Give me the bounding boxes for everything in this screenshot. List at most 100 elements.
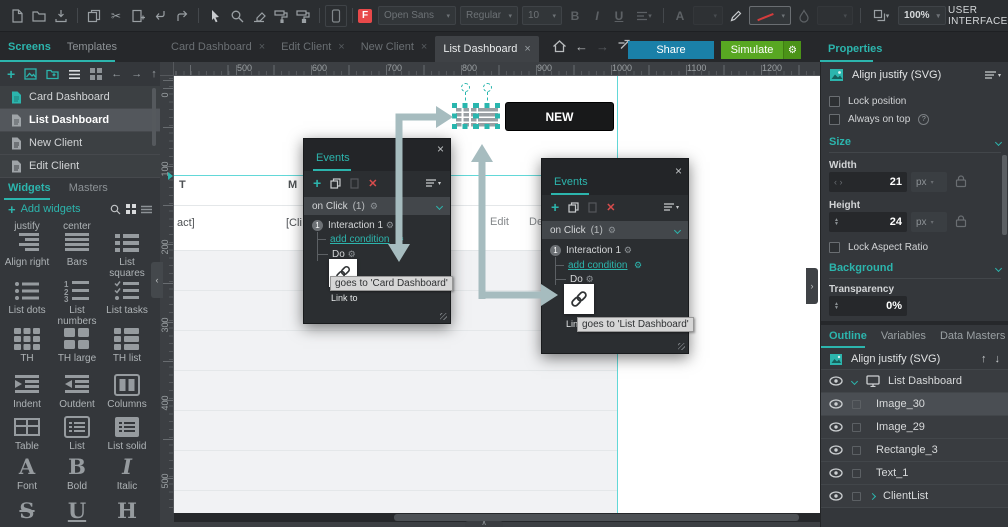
widget-bars[interactable]: Bars [52,232,102,279]
rotation-handle-icon[interactable] [461,83,470,92]
widget-th[interactable]: TH [2,328,52,364]
row-checkbox[interactable] [852,468,861,478]
add-image-screen-icon[interactable] [24,68,37,80]
widget-table[interactable]: Table [2,416,52,452]
lock-aspect-ratio-option[interactable]: Lock Aspect Ratio [829,242,928,253]
chevron-down-icon[interactable] [994,264,1003,272]
gear-icon[interactable]: ⚙ [608,225,616,236]
chevron-right-icon[interactable] [868,492,877,500]
lock-position-option[interactable]: Lock position [829,96,906,107]
events-dialog-card[interactable]: × Events + ✕ ▾ on Click (1) ⚙ 1 Interact… [303,138,453,324]
collapse-left-panel-icon[interactable]: ‹ [151,262,163,298]
widget-list-dots[interactable]: List dots [2,280,52,327]
panel-scrollbar[interactable] [1002,155,1007,235]
rotation-handle-icon[interactable] [483,83,492,92]
back-icon[interactable]: ← [575,40,588,53]
selection-handles[interactable] [474,103,479,108]
gear-icon[interactable]: ⚙ [624,245,632,255]
text-color-select[interactable]: ▾ [693,6,723,25]
outline-row-image-30[interactable]: Image_30 [821,393,1008,416]
visibility-eye-icon[interactable] [829,491,843,501]
events-tab[interactable]: Events [554,176,588,188]
delete-event-icon[interactable]: ✕ [368,177,377,190]
open-folder-button[interactable] [28,5,50,27]
nav-up-icon[interactable]: ↑ [151,68,157,80]
close-tab-icon[interactable]: × [259,41,265,53]
selection-handles[interactable] [452,103,457,108]
add-screen-icon[interactable]: + [7,67,15,81]
border-pencil-icon[interactable] [725,5,747,27]
duplicate-event-icon[interactable] [568,201,579,213]
save-download-button[interactable] [50,5,72,27]
canvas-tab-list-dashboard[interactable]: List Dashboard × [435,36,539,62]
widget-font[interactable]: A Font [2,456,52,493]
outline-row-list-dashboard[interactable]: List Dashboard [821,370,1008,393]
widget-list[interactable]: List [52,416,102,452]
delete-event-icon[interactable]: ✕ [606,201,615,214]
nav-right-icon[interactable]: → [131,68,142,80]
resize-handle-icon[interactable] [440,313,447,320]
nav-left-icon[interactable]: ← [111,68,122,80]
move-up-icon[interactable]: ↑ [981,353,987,365]
underline-button[interactable]: U [608,5,630,27]
templates-tab[interactable]: Templates [67,41,117,53]
visibility-eye-icon[interactable] [829,399,843,409]
gear-icon[interactable]: ⚙ [634,260,642,271]
gear-icon[interactable]: ⚙ [386,220,394,230]
expand-right-panel-icon[interactable]: › [806,268,818,304]
simulate-settings-gear-icon[interactable]: ⚙ [783,41,801,59]
widget-italic[interactable]: I Italic [102,456,152,493]
italic-button[interactable]: I [586,5,608,27]
paste-event-icon[interactable] [350,177,359,189]
width-input[interactable]: ‹ › 21 [829,172,907,192]
widget-list-squares[interactable]: List squares [102,232,152,279]
widgets-grid-view-icon[interactable] [126,204,136,214]
canvas-tab-edit-client[interactable]: Edit Client × [273,32,353,62]
background-section-header[interactable]: Background [829,262,1003,274]
simulate-button[interactable]: Simulate [721,41,783,59]
redo-button[interactable] [171,5,193,27]
widget-heading[interactable]: H [102,500,152,522]
cut-button[interactable]: ✂ [105,5,127,27]
close-tab-icon[interactable]: × [338,41,344,53]
screens-tab[interactable]: Screens [8,41,51,53]
height-input[interactable]: ▲ ▼ 24 [829,212,907,232]
bold-button[interactable]: B [564,5,586,27]
text-color-button[interactable]: A [669,5,691,27]
close-tab-icon[interactable]: × [421,41,427,53]
widget-th-large[interactable]: TH large [52,328,102,364]
chevron-down-icon[interactable] [673,226,682,234]
events-tab[interactable]: Events [316,152,350,164]
list-view-icon[interactable] [68,69,81,80]
always-on-top-checkbox[interactable] [829,114,840,125]
lock-position-checkbox[interactable] [829,96,840,107]
tab-variables[interactable]: Variables [881,330,926,342]
canvas-tab-new-client[interactable]: New Client × [353,32,436,62]
gear-icon[interactable]: ⚙ [396,234,404,245]
add-condition-link[interactable]: add condition [330,234,390,245]
scrollbar-thumb[interactable] [394,514,799,521]
screen-item-list-dashboard[interactable]: List Dashboard [0,109,160,132]
widget-bold[interactable]: B Bold [52,456,102,493]
screen-item-new-client[interactable]: New Client [0,132,160,155]
size-section-header[interactable]: Size [829,136,1003,148]
screen-item-edit-client[interactable]: Edit Client [0,155,160,178]
border-style-select[interactable]: ▾ [749,6,791,25]
bottom-panel-expander[interactable]: ∧ [465,520,503,527]
widgets-list-view-icon[interactable] [141,205,152,214]
event-trigger-row[interactable]: on Click (1) ⚙ [542,221,688,239]
height-unit-select[interactable]: px ▾ [911,212,947,232]
arrange-layers-select[interactable]: ▾ [866,5,896,27]
close-tab-icon[interactable]: × [524,43,530,55]
selected-widget-align-justify[interactable] [452,103,477,128]
chevron-down-icon[interactable] [850,377,859,385]
forward-icon[interactable]: → [596,40,609,53]
outline-row-image-29[interactable]: Image_29 [821,416,1008,439]
widget-list-tasks[interactable]: List tasks [102,280,152,327]
width-stepper-icon[interactable]: ‹ › [834,177,843,187]
widget-columns[interactable]: Columns [102,374,152,410]
tab-data-masters[interactable]: Data Masters [940,330,1005,342]
grid-view-icon[interactable] [90,68,103,80]
widget-underline[interactable]: U [52,500,102,522]
gear-icon[interactable]: ⚙ [586,274,594,284]
